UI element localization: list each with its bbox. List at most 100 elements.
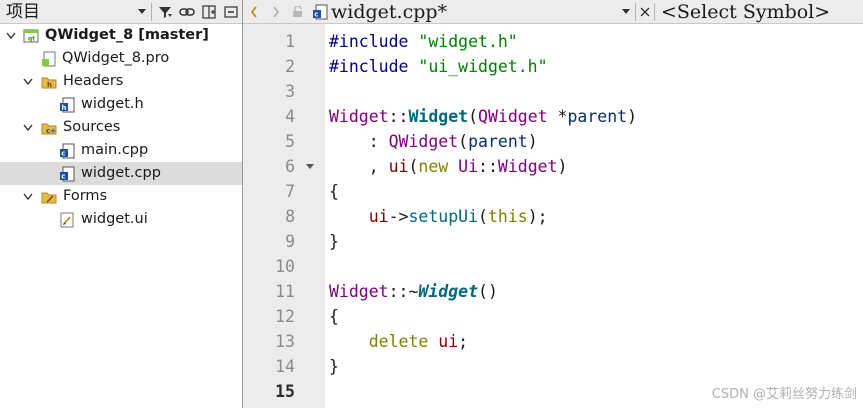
code-line: delete ui; bbox=[329, 329, 468, 354]
tree-item-widget-cpp[interactable]: c widget.cpp bbox=[0, 162, 242, 185]
tree-item-main-cpp[interactable]: c main.cpp bbox=[0, 139, 242, 162]
close-icon[interactable] bbox=[638, 0, 652, 24]
code-token: #include bbox=[329, 57, 419, 76]
code-token: ( bbox=[478, 207, 488, 226]
line-number: 15 bbox=[275, 382, 295, 401]
code-token: ); bbox=[527, 207, 548, 226]
code-token: new bbox=[418, 157, 449, 176]
symbol-selector[interactable]: <Select Symbol> bbox=[657, 0, 830, 24]
project-panel-title[interactable]: 项目 bbox=[0, 0, 135, 24]
code-token: ; bbox=[458, 332, 469, 351]
dropdown-icon[interactable] bbox=[135, 0, 149, 24]
code-token: setupUi bbox=[408, 207, 479, 226]
tree-item-widget-h[interactable]: h widget.h bbox=[0, 93, 242, 116]
code-token: ui bbox=[368, 207, 389, 226]
code-editor[interactable]: #include "widget.h" #include "ui_widget.h… bbox=[325, 24, 863, 408]
code-token: ui bbox=[438, 332, 459, 351]
code-token: "widget.h" bbox=[418, 32, 518, 51]
code-token: ( bbox=[408, 157, 419, 176]
document-name[interactable]: widget.cpp* bbox=[331, 0, 619, 24]
code-token: ui bbox=[388, 157, 409, 176]
cpp-file-icon: c bbox=[59, 166, 75, 182]
line-number: 3 bbox=[285, 82, 295, 101]
line-number: 9 bbox=[285, 232, 295, 251]
code-token: #include bbox=[329, 32, 419, 51]
code-token: ) bbox=[557, 157, 568, 176]
line-number: 5 bbox=[285, 132, 295, 151]
header-file-icon: h bbox=[59, 97, 75, 113]
line-number: 2 bbox=[285, 57, 295, 76]
code-line: ui->setupUi(this); bbox=[329, 204, 548, 229]
tree-item-label: widget.ui bbox=[81, 211, 148, 227]
forms-folder-icon bbox=[41, 189, 57, 205]
line-number: 4 bbox=[285, 107, 295, 126]
svg-text:h: h bbox=[47, 81, 52, 89]
code-line: #include "widget.h" bbox=[329, 29, 518, 54]
svg-text:qt: qt bbox=[28, 35, 35, 42]
line-number: 12 bbox=[275, 307, 295, 326]
code-token: ( bbox=[468, 107, 479, 126]
code-token: Widget bbox=[497, 157, 558, 176]
code-token: Widget bbox=[408, 107, 469, 126]
expand-arrow-icon[interactable] bbox=[22, 191, 34, 203]
back-arrow-icon[interactable] bbox=[243, 0, 265, 24]
tree-item-label: QWidget_8.pro bbox=[62, 50, 170, 66]
tree-item-pro-file[interactable]: QWidget_8.pro bbox=[0, 47, 242, 70]
code-line: Widget::Widget(QWidget *parent) bbox=[329, 104, 637, 129]
code-line: } bbox=[329, 229, 339, 254]
dropdown-icon[interactable] bbox=[619, 0, 633, 24]
tree-item-label: main.cpp bbox=[81, 142, 149, 158]
tree-item-label: QWidget_8 [master] bbox=[45, 27, 209, 43]
split-icon[interactable] bbox=[198, 0, 220, 24]
line-number-gutter[interactable]: 1 2 3 4 5 6 7 8 9 10 11 12 13 14 15 bbox=[243, 24, 325, 408]
expand-arrow-icon[interactable] bbox=[22, 76, 34, 88]
line-number: 11 bbox=[275, 282, 295, 301]
code-line: } bbox=[329, 354, 339, 379]
ui-file-icon bbox=[59, 212, 75, 228]
code-token: : bbox=[329, 132, 389, 151]
code-line: #include "ui_widget.h" bbox=[329, 54, 548, 79]
collapse-icon[interactable] bbox=[220, 0, 242, 24]
tree-item-sources[interactable]: c+ Sources bbox=[0, 116, 242, 139]
tree-item-widget-ui[interactable]: widget.ui bbox=[0, 208, 242, 231]
expand-arrow-icon[interactable] bbox=[5, 30, 17, 42]
forward-arrow-icon[interactable] bbox=[265, 0, 287, 24]
code-token: Widget bbox=[418, 282, 479, 301]
fold-marker-icon[interactable] bbox=[305, 154, 315, 179]
code-token: ) bbox=[627, 107, 637, 126]
filter-icon[interactable] bbox=[154, 0, 176, 24]
code-token: ::~ bbox=[388, 282, 419, 301]
code-token: * bbox=[547, 107, 568, 126]
tree-item-label: Headers bbox=[63, 73, 124, 89]
line-number: 8 bbox=[285, 207, 295, 226]
code-token: { bbox=[329, 307, 339, 326]
code-token: Widget bbox=[329, 282, 389, 301]
tree-item-project[interactable]: qt QWidget_8 [master] bbox=[0, 24, 242, 47]
toolbar-separator bbox=[151, 2, 152, 21]
code-token: :: bbox=[388, 107, 409, 126]
toolbar-separator bbox=[654, 2, 655, 21]
tree-item-label: widget.cpp bbox=[81, 165, 161, 181]
editor-toolbar: c widget.cpp* <Select Symbol> bbox=[243, 0, 863, 24]
code-token: } bbox=[329, 232, 339, 251]
code-line: : QWidget(parent) bbox=[329, 129, 538, 154]
tree-item-forms[interactable]: Forms bbox=[0, 185, 242, 208]
line-number: 1 bbox=[285, 32, 295, 51]
code-token: parent bbox=[468, 132, 528, 151]
code-token: QWidget bbox=[478, 107, 548, 126]
code-token: this bbox=[487, 207, 528, 226]
link-icon[interactable] bbox=[176, 0, 198, 24]
line-number: 14 bbox=[275, 357, 295, 376]
sources-folder-icon: c+ bbox=[41, 120, 57, 136]
lock-icon[interactable] bbox=[287, 0, 309, 24]
svg-text:c: c bbox=[314, 10, 318, 18]
code-token: delete bbox=[368, 332, 429, 351]
tree-item-headers[interactable]: h Headers bbox=[0, 70, 242, 93]
cpp-file-icon: c bbox=[309, 0, 331, 24]
expand-arrow-icon[interactable] bbox=[22, 122, 34, 134]
tree-item-label: Forms bbox=[63, 188, 108, 204]
toolbar-separator bbox=[635, 2, 636, 21]
svg-text:h: h bbox=[61, 103, 66, 111]
